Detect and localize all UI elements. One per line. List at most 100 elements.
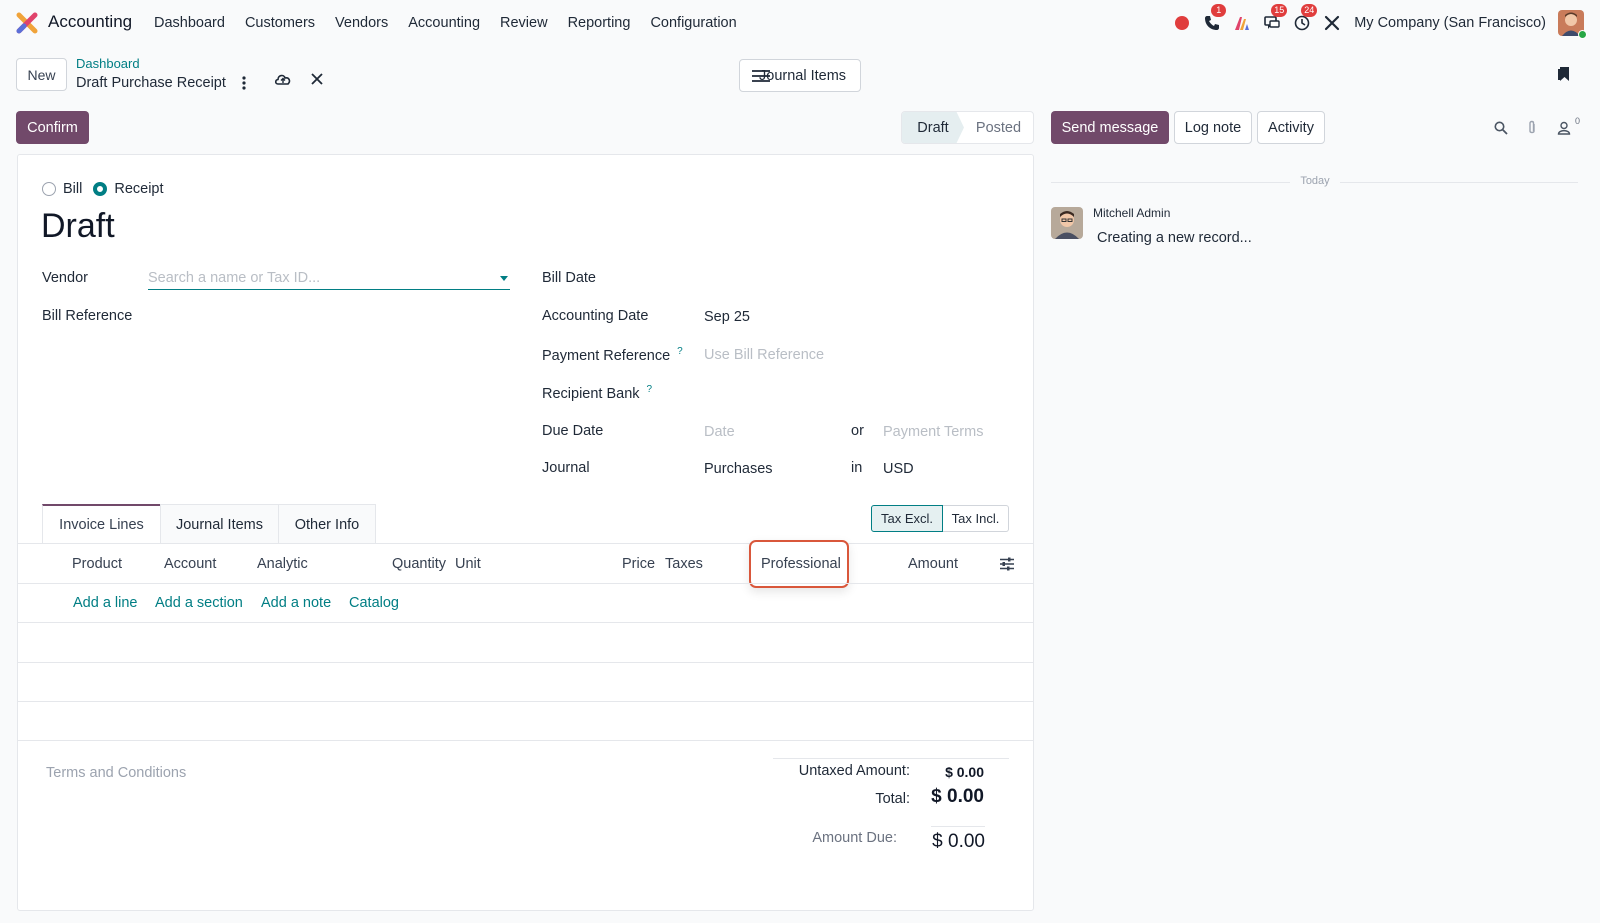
tab-divider [17,543,1034,544]
journal-items-button[interactable]: Journal Items [739,59,861,92]
menu-configuration[interactable]: Configuration [650,15,736,31]
company-switcher[interactable]: My Company (San Francisco) [1354,15,1546,31]
clock-icon[interactable]: 24 [1292,4,1318,33]
accounting-date-value[interactable]: Sep 25 [704,309,750,325]
tax-mode-toggle: Tax Excl. Tax Incl. [871,505,1009,532]
due-date-label: Due Date [542,423,604,439]
activity-button[interactable]: Activity [1257,111,1325,144]
tax-included-button[interactable]: Tax Incl. [943,505,1009,532]
radio-bill[interactable] [42,182,56,196]
record-name: Draft Purchase Receipt [76,75,226,91]
add-note-link[interactable]: Add a note [261,595,331,611]
payment-terms-input[interactable]: Payment Terms [883,424,983,440]
vendor-label: Vendor [42,270,88,286]
menu-vendors[interactable]: Vendors [335,15,388,31]
top-navbar: Accounting Dashboard Customers Vendors A… [0,0,1600,46]
app-name[interactable]: Accounting [48,12,132,32]
new-button[interactable]: New [16,58,67,91]
bill-reference-label: Bill Reference [42,308,133,324]
in-label: in [851,460,863,476]
terms-conditions-input[interactable]: Terms and Conditions [46,765,186,781]
column-price[interactable]: Price [622,556,655,572]
menu-accounting[interactable]: Accounting [408,15,480,31]
amount-due-value: $ 0.00 [932,831,985,852]
menu-review[interactable]: Review [500,15,548,31]
ai-icon[interactable] [1232,13,1252,33]
column-quantity[interactable]: Quantity [392,556,446,572]
column-analytic[interactable]: Analytic [257,556,308,572]
column-product[interactable]: Product [72,556,122,572]
table-row [17,662,1034,663]
bookmark-icon[interactable] [1557,66,1571,82]
vendor-input[interactable] [148,266,510,290]
column-professional[interactable]: Professional [761,556,841,572]
status-posted[interactable]: Posted [964,112,1033,143]
status-draft: Draft [902,112,964,143]
untaxed-amount-value: $ 0.00 [945,764,984,780]
currency-value[interactable]: USD [883,461,914,477]
add-section-link[interactable]: Add a section [155,595,243,611]
today-label: Today [1290,175,1340,187]
phone-icon[interactable]: 1 [1202,4,1227,33]
record-dot-icon[interactable] [1172,13,1192,33]
payment-reference-text: Payment Reference [542,347,671,364]
catalog-link[interactable]: Catalog [349,595,399,611]
paperclip-icon[interactable] [1523,119,1541,137]
accounting-date-label: Accounting Date [542,308,649,324]
chat-badge: 15 [1271,4,1288,17]
accounting-app-icon[interactable] [16,12,38,34]
menu-customers[interactable]: Customers [245,15,315,31]
tax-excluded-button[interactable]: Tax Excl. [871,505,943,532]
send-message-button[interactable]: Send message [1051,111,1169,144]
recipient-bank-label: Recipient Bank? [542,384,652,402]
column-unit[interactable]: Unit [455,556,481,572]
message-author[interactable]: Mitchell Admin [1093,206,1170,220]
due-date-input[interactable]: Date [704,424,735,440]
notebook-tabs: Invoice Lines Journal Items Other Info [42,504,376,544]
payment-reference-input[interactable]: Use Bill Reference [704,347,824,363]
log-note-button[interactable]: Log note [1174,111,1252,144]
main-menu: Dashboard Customers Vendors Accounting R… [154,15,757,31]
add-line-link[interactable]: Add a line [73,595,138,611]
breadcrumb-dashboard[interactable]: Dashboard [76,56,140,71]
payment-reference-label: Payment Reference? [542,346,683,364]
save-cloud-icon[interactable] [274,70,292,88]
radio-bill-label[interactable]: Bill [63,181,82,197]
record-title: Draft [41,207,115,245]
menu-dashboard[interactable]: Dashboard [154,15,225,31]
tab-journal-items[interactable]: Journal Items [160,504,279,544]
discard-close-icon[interactable] [308,70,326,88]
actions-kebab-icon[interactable] [235,74,253,92]
radio-receipt[interactable] [93,182,108,196]
chat-icon[interactable]: 15 [1262,4,1288,33]
message-author-avatar [1051,207,1083,239]
column-account[interactable]: Account [164,556,216,572]
user-avatar[interactable] [1558,10,1587,39]
journal-value[interactable]: Purchases [704,461,773,477]
journal-label: Journal [542,460,590,476]
tab-other-info[interactable]: Other Info [278,504,376,544]
search-icon[interactable] [1492,119,1510,137]
amount-due-label: Amount Due: [812,830,897,846]
tab-invoice-lines[interactable]: Invoice Lines [42,504,161,544]
table-row [17,701,1034,702]
online-status-dot [1578,30,1587,39]
systray: 1 15 24 My Company (San Francisco) [1162,4,1587,39]
header-divider [17,583,1034,584]
radio-receipt-label[interactable]: Receipt [114,181,163,197]
tools-icon[interactable] [1322,13,1342,33]
help-icon[interactable]: ? [677,346,683,357]
column-amount[interactable]: Amount [908,556,958,572]
menu-reporting[interactable]: Reporting [568,15,631,31]
column-settings-icon[interactable] [999,557,1015,571]
column-taxes[interactable]: Taxes [665,556,703,572]
table-row [17,740,1034,741]
untaxed-amount-label: Untaxed Amount: [798,763,910,779]
chevron-down-icon[interactable] [500,276,508,281]
help-icon[interactable]: ? [647,384,653,395]
followers-icon[interactable] [1555,119,1573,137]
amount-due-divider [931,826,985,827]
recipient-bank-text: Recipient Bank [542,385,640,402]
bill-date-label: Bill Date [542,270,596,286]
confirm-button[interactable]: Confirm [16,111,89,144]
